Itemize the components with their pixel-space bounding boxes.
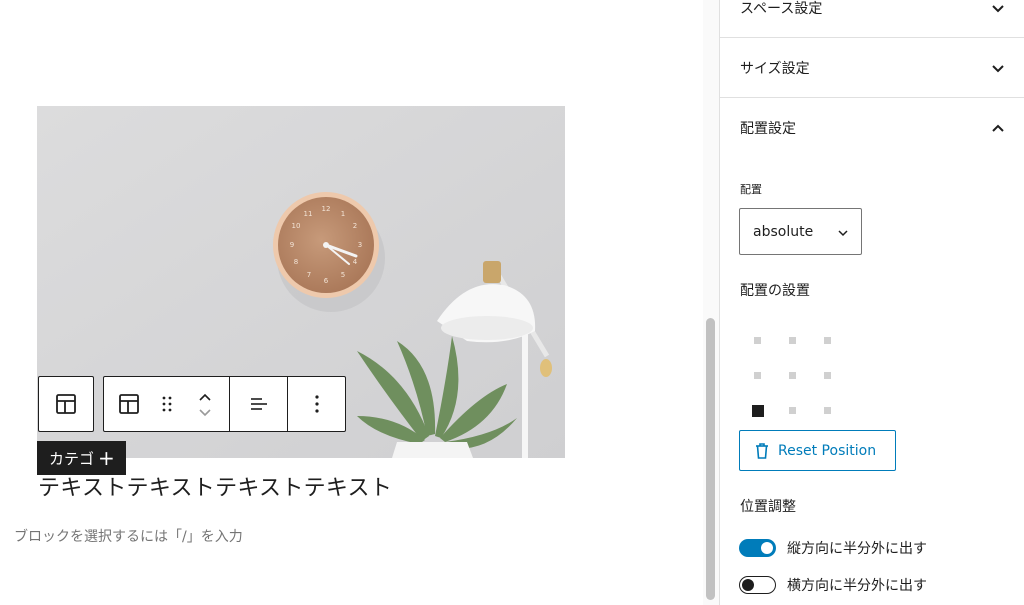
adjust-label: 位置調整 xyxy=(740,499,796,515)
panel-toggle-position[interactable]: 配置設定 xyxy=(720,98,1024,158)
drag-handle-icon xyxy=(162,396,172,412)
toggle-vertical-half-outside[interactable] xyxy=(739,539,776,557)
category-label: カテゴ xyxy=(49,449,95,468)
svg-text:12: 12 xyxy=(322,205,331,213)
more-vertical-icon xyxy=(315,395,319,413)
settings-sidebar: スペース設定 サイズ設定 配置設定 配置 absolute 配置の設置 Rese… xyxy=(719,0,1024,605)
panel-title: 配置設定 xyxy=(740,121,796,137)
panel-title: サイズ設定 xyxy=(740,61,810,77)
editor-canvas: 12 1 2 3 4 5 6 7 8 9 10 11 カテゴ + テキストテキス… xyxy=(0,0,703,605)
svg-text:9: 9 xyxy=(290,241,294,249)
position-label: 配置 xyxy=(740,183,762,196)
placement-bottom-center[interactable] xyxy=(789,407,796,414)
chevron-down-icon xyxy=(991,61,1005,75)
svg-text:4: 4 xyxy=(353,258,358,266)
placement-middle-right[interactable] xyxy=(824,372,831,379)
chevron-up-icon xyxy=(199,393,211,401)
align-left-icon xyxy=(250,398,267,410)
position-select[interactable]: absolute xyxy=(739,208,862,255)
svg-text:6: 6 xyxy=(324,277,329,285)
svg-text:2: 2 xyxy=(353,222,357,230)
svg-text:5: 5 xyxy=(341,271,345,279)
placement-top-left[interactable] xyxy=(754,337,761,344)
placement-label: 配置の設置 xyxy=(740,283,810,299)
mover-buttons xyxy=(180,377,230,431)
trash-icon xyxy=(756,442,768,459)
align-button[interactable] xyxy=(230,377,287,431)
toggle-row-vertical: 縦方向に半分外に出す xyxy=(739,538,927,558)
svg-text:1: 1 xyxy=(341,210,345,218)
panel-title: スペース設定 xyxy=(740,1,823,17)
select-parent-button[interactable] xyxy=(39,377,93,431)
placement-middle-left[interactable] xyxy=(754,372,761,379)
canvas-scrollbar-thumb[interactable] xyxy=(706,318,715,600)
block-toolbar xyxy=(103,376,346,432)
toggle-row-horizontal: 横方向に半分外に出す xyxy=(739,575,927,595)
block-appender-placeholder[interactable]: ブロックを選択するには「/」を入力 xyxy=(14,526,243,546)
chevron-down-icon xyxy=(837,226,849,242)
panel-toggle-space[interactable]: スペース設定 xyxy=(720,0,1024,38)
toggle-label: 縦方向に半分外に出す xyxy=(787,541,927,557)
drag-handle[interactable] xyxy=(154,377,180,431)
chevron-down-icon xyxy=(991,1,1005,15)
placement-top-right[interactable] xyxy=(824,337,831,344)
parent-block-toolbar xyxy=(38,376,94,432)
svg-text:11: 11 xyxy=(304,210,313,218)
svg-text:3: 3 xyxy=(358,241,362,249)
move-down-button[interactable] xyxy=(198,404,212,420)
move-up-button[interactable] xyxy=(198,388,212,404)
position-select-value: absolute xyxy=(753,223,814,240)
more-options-button[interactable] xyxy=(288,377,345,431)
reset-position-button[interactable]: Reset Position xyxy=(739,430,896,471)
toggle-label: 横方向に半分外に出す xyxy=(787,578,927,594)
panel-toggle-size[interactable]: サイズ設定 xyxy=(720,38,1024,98)
add-category-icon[interactable]: + xyxy=(98,448,115,468)
placement-bottom-right[interactable] xyxy=(824,407,831,414)
layout-icon xyxy=(118,394,139,414)
placement-middle-center[interactable] xyxy=(789,372,796,379)
svg-text:8: 8 xyxy=(294,258,298,266)
chevron-up-icon xyxy=(991,121,1005,135)
toggle-horizontal-half-outside[interactable] xyxy=(739,576,776,594)
layout-icon xyxy=(56,394,76,414)
placement-bottom-left[interactable] xyxy=(752,405,764,417)
placement-top-center[interactable] xyxy=(789,337,796,344)
placement-grid xyxy=(749,334,839,424)
paragraph-block[interactable]: テキストテキストテキストテキスト xyxy=(38,470,392,502)
reset-position-label: Reset Position xyxy=(778,442,877,459)
block-type-button[interactable] xyxy=(104,377,154,431)
svg-text:10: 10 xyxy=(292,222,301,230)
chevron-down-icon xyxy=(199,409,211,417)
svg-text:7: 7 xyxy=(307,271,311,279)
